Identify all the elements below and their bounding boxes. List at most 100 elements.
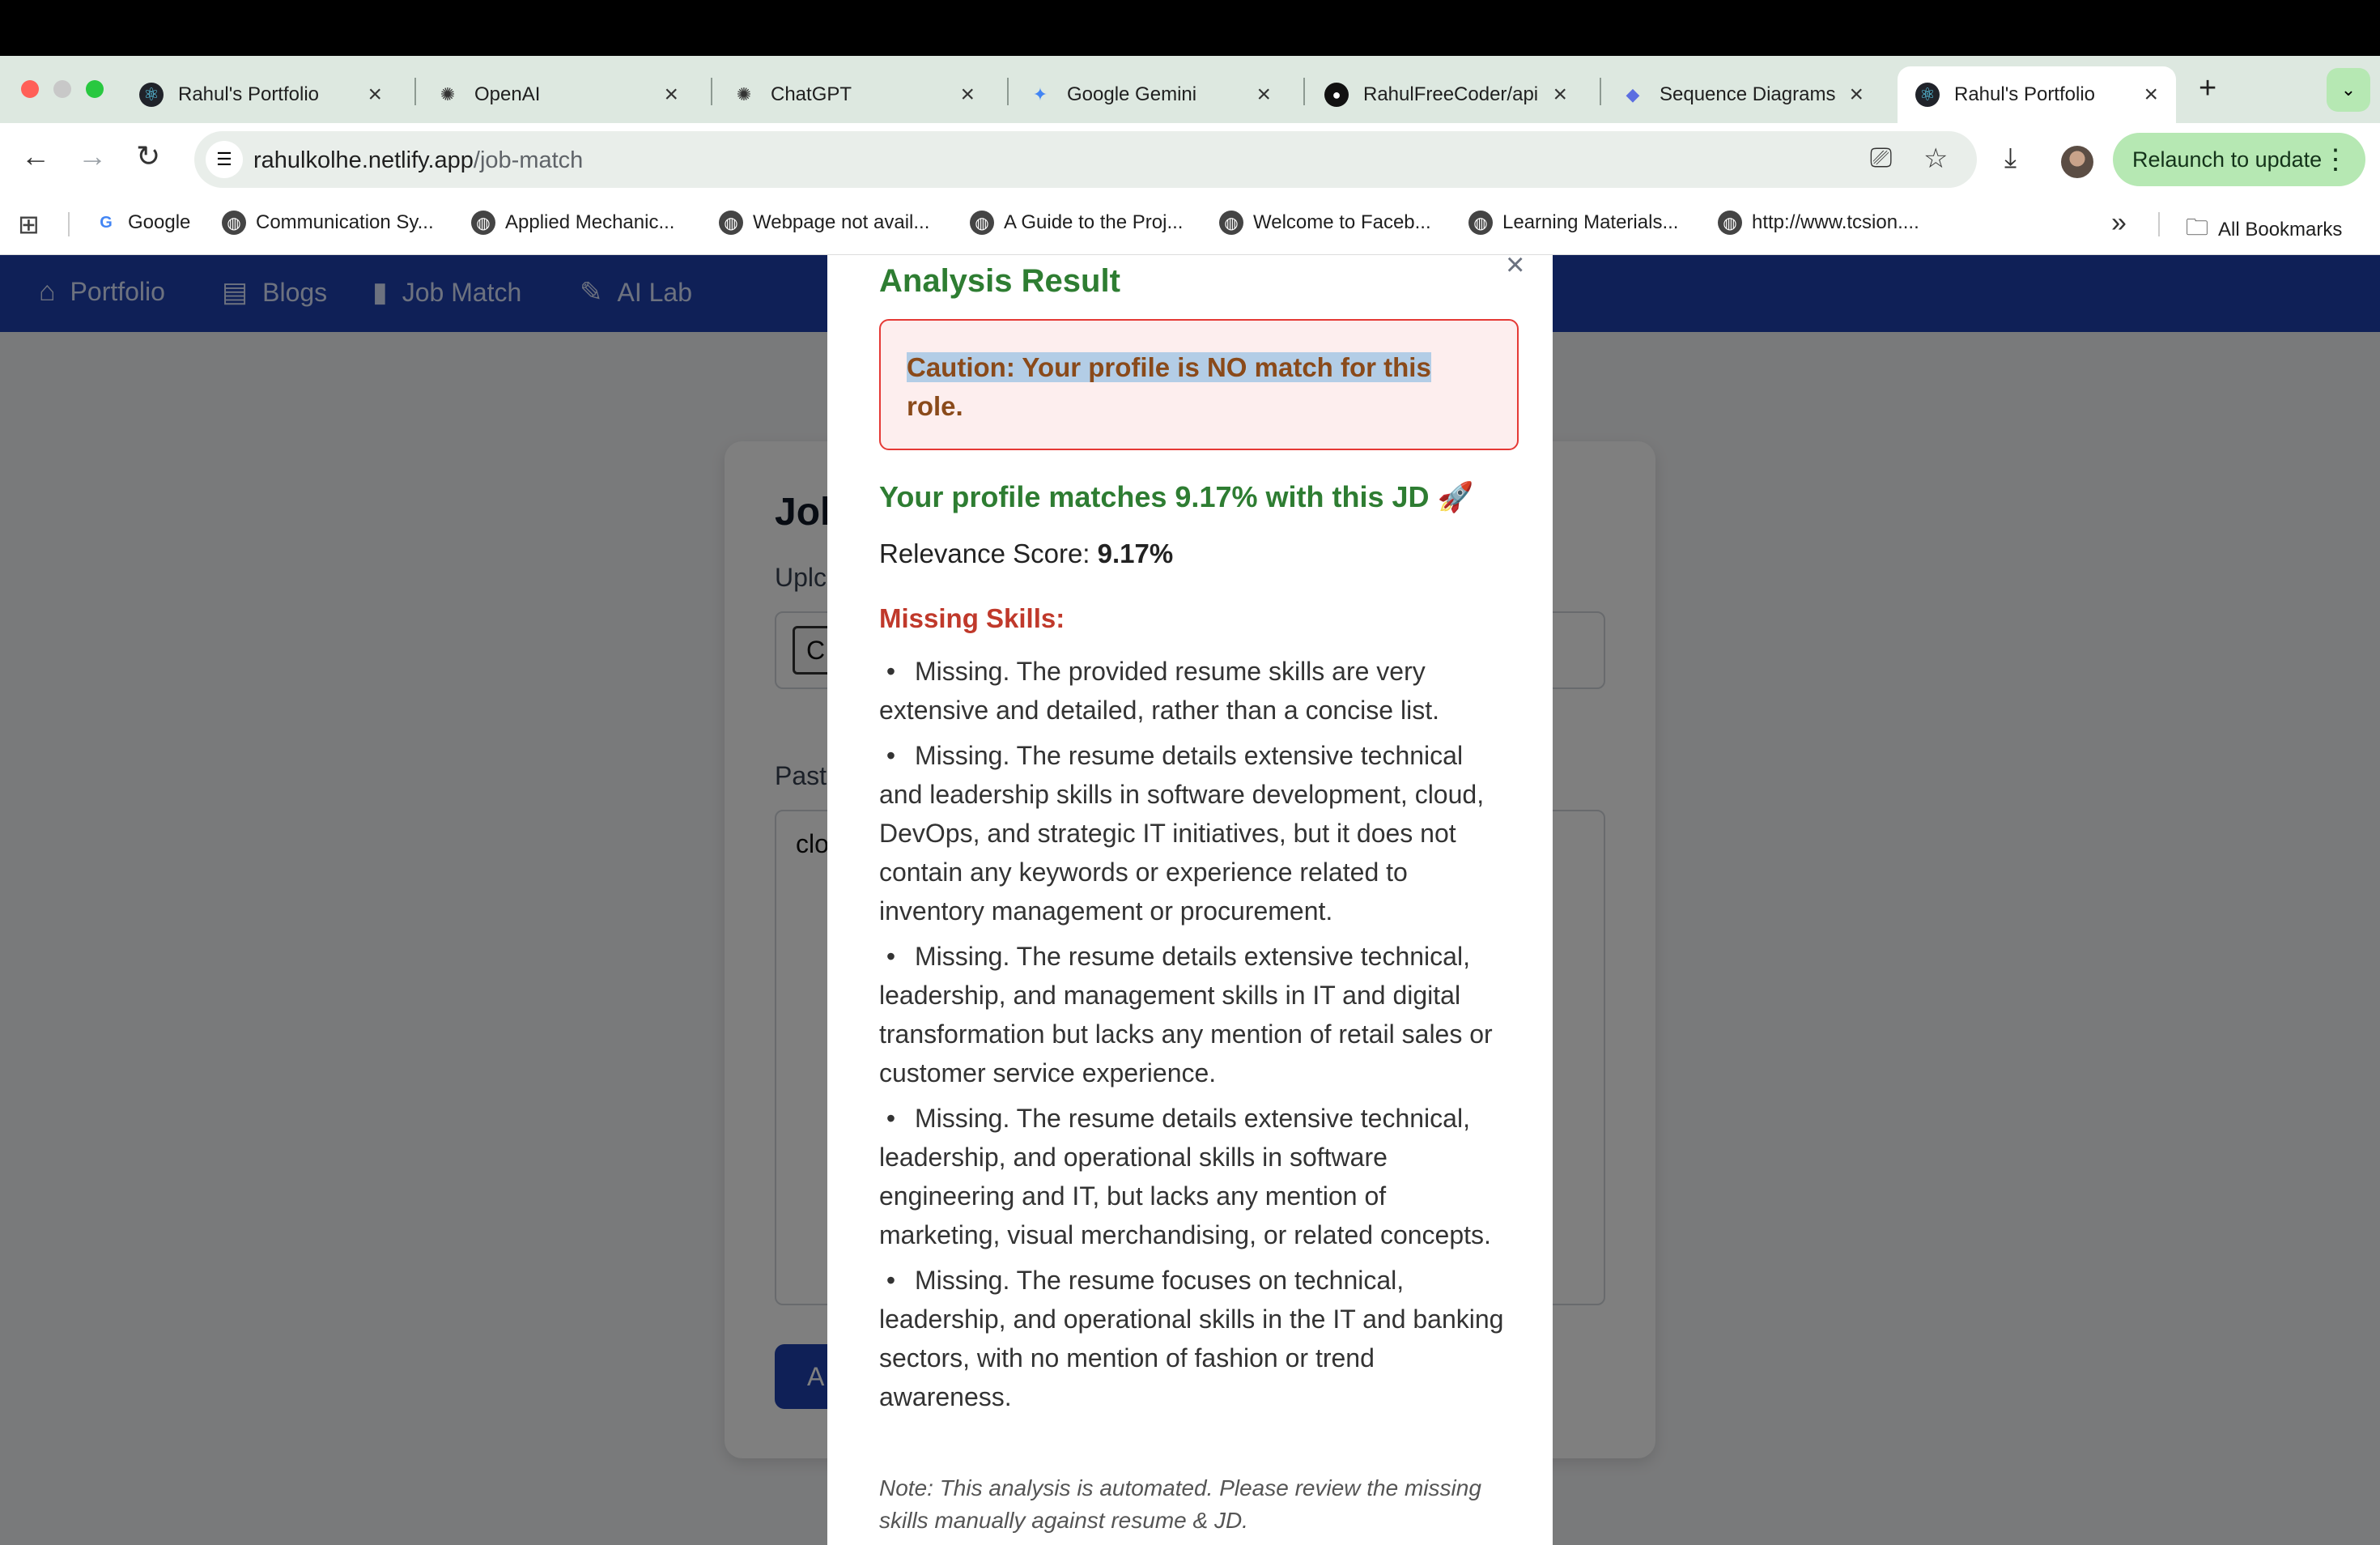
relaunch-button[interactable]: Relaunch to update ⋮ [2113,133,2365,186]
caution-alert: Caution: Your profile is NO match for th… [879,319,1519,450]
tab-search-button[interactable]: ⌄ [2327,68,2370,112]
close-icon[interactable]: × [368,81,382,109]
tab-label: OpenAI [474,83,541,105]
browser-tab[interactable]: ✦ Google Gemini × [1010,66,1289,123]
url-path: /job-match [473,147,584,173]
skill-text: Missing. The resume details extensive te… [879,1104,1491,1249]
browser-tab[interactable]: ⚛ Rahul's Portfolio × [121,66,400,123]
relevance-score: Relevance Score: 9.17% [879,538,1173,569]
close-icon[interactable]: × [664,81,678,109]
new-tab-button[interactable]: + [2199,71,2216,106]
caution-text: Caution: Your profile is NO match for th… [907,352,1431,421]
react-icon: ⚛ [1915,83,1940,107]
globe-icon: ◍ [471,211,495,235]
bookmark-item[interactable]: ◍ Welcome to Faceb... [1219,211,1431,235]
globe-icon: ◍ [719,211,743,235]
all-bookmarks[interactable]: 🗀 All Bookmarks [2186,211,2342,249]
forward-button[interactable]: → [78,139,107,173]
react-icon: ⚛ [139,83,164,107]
openai-icon: ✺ [736,84,752,104]
url-host: rahulkolhe.netlify.app [253,147,474,173]
globe-icon: ◍ [1718,211,1742,235]
download-icon[interactable]: ⤓ [2004,143,2017,174]
url-text[interactable]: rahulkolhe.netlify.app/job-match [253,147,583,174]
bookmark-label: http://www.tcsion.... [1752,211,1919,233]
tab-label: Google Gemini [1067,83,1197,105]
bookmark-label: Welcome to Faceb... [1253,211,1431,233]
reload-button[interactable]: ↻ [136,139,160,173]
bookmark-label: Webpage not avail... [753,211,930,233]
close-icon[interactable]: × [960,81,975,109]
globe-icon: ◍ [1219,211,1243,235]
divider [2158,212,2160,236]
bookmark-item[interactable]: ◍ http://www.tcsion.... [1718,211,1919,235]
site-info-icon[interactable]: ☰ [206,141,243,178]
browser-tab[interactable]: ✺ OpenAI × [418,66,696,123]
bookmark-label: Learning Materials... [1502,211,1679,233]
globe-icon: ◍ [1468,211,1493,235]
bookmark-item[interactable]: G Google [94,211,190,235]
close-icon[interactable]: × [1256,81,1271,109]
all-bookmarks-label: All Bookmarks [2218,219,2343,240]
close-icon[interactable]: × [1506,255,1524,283]
close-icon[interactable]: × [1553,81,1567,109]
match-summary: Your profile matches 9.17% with this JD … [879,480,1474,513]
gemini-icon: ✦ [1032,84,1048,104]
globe-icon: ◍ [970,211,994,235]
window-close-button[interactable] [21,80,39,98]
globe-icon: ◍ [222,211,246,235]
browser-tab[interactable]: ✺ ChatGPT × [714,66,992,123]
bookmark-item[interactable]: ◍ A Guide to the Proj... [970,211,1183,235]
tab-label: RahulFreeCoder/api [1363,83,1539,105]
list-item: • Missing. The provided resume skills are… [879,657,1439,725]
bookmark-label: Communication Sy... [256,211,434,233]
disclaimer-note: Note: This analysis is automated. Please… [879,1475,1481,1533]
close-icon[interactable]: × [2144,81,2158,109]
browser-tab[interactable]: ◆ Sequence Diagrams × [1603,66,1881,123]
bookmark-label: Google [128,211,191,233]
list-item: • Missing. The resume details extensive t… [879,942,1493,1087]
bookmark-item[interactable]: ◍ Communication Sy... [222,211,434,235]
tab-label: ChatGPT [771,83,852,105]
tab-label: Sequence Diagrams [1660,83,1836,105]
back-button[interactable]: ← [21,139,50,173]
bookmark-star-icon[interactable]: ☆ [1923,143,1948,175]
window-zoom-button[interactable] [86,80,104,98]
divider [68,212,70,236]
modal-title: Analysis Result [879,263,1120,299]
missing-skills-heading: Missing Skills: [879,603,1065,633]
sequence-icon: ◆ [1626,84,1640,104]
caution-highlight: Caution: Your profile is NO match for th… [907,352,1431,382]
bookmark-label: Applied Mechanic... [505,211,675,233]
close-icon[interactable]: × [1849,81,1864,109]
install-app-icon[interactable]: ⎚ [1870,143,1892,174]
skill-text: Missing. The resume focuses on technical… [879,1266,1504,1411]
bookmark-item[interactable]: ◍ Applied Mechanic... [471,211,674,235]
missing-skills-list: • Missing. The provided resume skills are… [879,652,1511,1423]
browser-tab-active[interactable]: ⚛ Rahul's Portfolio × [1898,66,2176,123]
bookmark-item[interactable]: ◍ Learning Materials... [1468,211,1678,235]
more-vert-icon: ⋮ [2322,144,2349,175]
github-icon: ● [1324,83,1349,107]
tab-label: Rahul's Portfolio [178,83,319,105]
bookmark-label: A Guide to the Proj... [1004,211,1184,233]
window-minimize-button[interactable] [53,80,71,98]
skill-text: Missing. The resume details extensive te… [879,942,1493,1087]
avatar[interactable] [2061,146,2093,178]
chevron-double-right-icon[interactable]: » [2111,207,2127,239]
bookmark-item[interactable]: ◍ Webpage not avail... [719,211,929,235]
list-item: • Missing. The resume details extensive t… [879,1104,1491,1249]
score-value: 9.17% [1097,538,1174,568]
analysis-result-modal: × Analysis Result Caution: Your profile … [827,255,1553,1545]
list-item: • Missing. The resume focuses on technica… [879,1266,1504,1411]
list-item: • Missing. The resume details extensive t… [879,741,1485,926]
page-content: ⌂Portfolio ▤Blogs ▮Job Match ✎AI Lab Jol… [0,255,2380,1545]
screen-top-bar [0,0,2380,56]
relaunch-label: Relaunch to update [2132,147,2323,172]
apps-grid-icon[interactable]: ⊞ [18,209,40,240]
score-label: Relevance Score: [879,538,1090,568]
tab-label: Rahul's Portfolio [1954,83,2095,105]
chevron-down-icon: ⌄ [2340,79,2357,100]
browser-tab[interactable]: ● RahulFreeCoder/api × [1307,66,1585,123]
folder-icon: 🗀 [2186,215,2209,240]
